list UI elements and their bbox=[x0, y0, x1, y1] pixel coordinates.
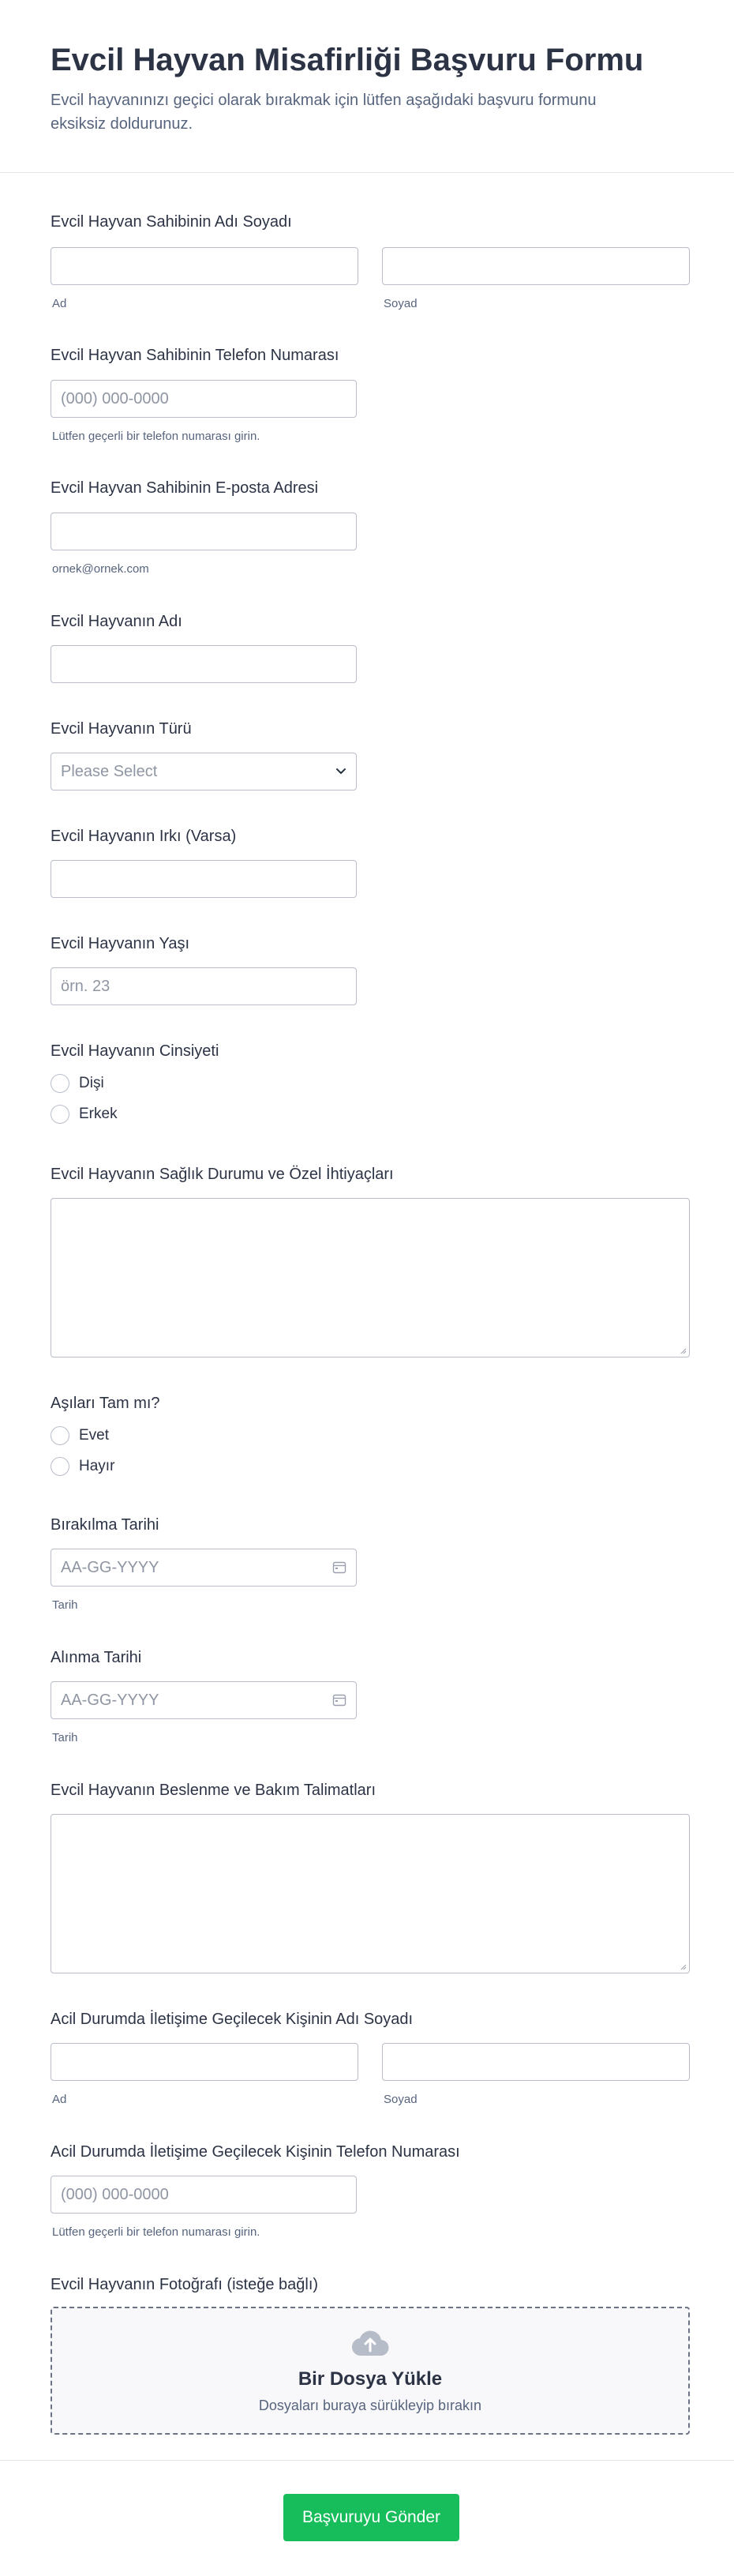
owner-email-field: Evcil Hayvan Sahibinin E-posta Adresi or… bbox=[51, 478, 690, 576]
owner-first-name-input[interactable] bbox=[51, 247, 358, 285]
vaccines-option-label: Evet bbox=[79, 1427, 110, 1444]
owner-email-label: Evcil Hayvan Sahibinin E-posta Adresi bbox=[51, 479, 319, 497]
pet-age-label: Evcil Hayvanın Yaşı bbox=[51, 935, 190, 952]
pet-gender-field: Evcil Hayvanın Cinsiyeti Dişi Erkek bbox=[51, 1041, 690, 1124]
emergency-last-name-sublabel: Soyad bbox=[384, 2093, 418, 2106]
pet-photo-label: Evcil Hayvanın Fotoğrafı (isteğe bağlı) bbox=[51, 2276, 319, 2293]
pet-name-field: Evcil Hayvanın Adı bbox=[51, 611, 690, 683]
pet-age-placeholder: örn. 23 bbox=[61, 977, 110, 995]
upload-title: Bir Dosya Yükle bbox=[298, 2368, 443, 2390]
care-instructions-textarea[interactable] bbox=[51, 1814, 690, 1973]
pet-health-textarea[interactable] bbox=[51, 1198, 690, 1357]
owner-name-field: Evcil Hayvan Sahibinin Adı Soyadı Ad Soy… bbox=[51, 212, 690, 310]
upload-hint: Dosyaları buraya sürükleyip bırakın bbox=[258, 2398, 482, 2413]
owner-last-name-input[interactable] bbox=[382, 247, 690, 285]
pet-name-label: Evcil Hayvanın Adı bbox=[51, 613, 182, 630]
pickup-date-label: Alınma Tarihi bbox=[51, 1649, 142, 1666]
form-footer: Başvuruyu Gönder bbox=[0, 2460, 734, 2576]
vaccines-option-label: Hayır bbox=[79, 1458, 115, 1474]
owner-phone-field: Evcil Hayvan Sahibinin Telefon Numarası … bbox=[51, 345, 690, 443]
emergency-phone-field: Acil Durumda İletişime Geçilecek Kişinin… bbox=[51, 2142, 690, 2239]
owner-email-input[interactable] bbox=[51, 513, 357, 550]
emergency-phone-input[interactable]: (000) 000-0000 bbox=[51, 2176, 357, 2214]
pet-gender-option-label: Dişi bbox=[79, 1075, 104, 1091]
pet-type-selected-value: Please Select bbox=[61, 762, 158, 780]
pet-type-field: Evcil Hayvanın Türü Please Select bbox=[51, 719, 690, 790]
owner-phone-input[interactable]: (000) 000-0000 bbox=[51, 380, 357, 418]
pet-type-select[interactable]: Please Select bbox=[51, 753, 357, 790]
emergency-phone-sublabel: Lütfen geçerli bir telefon numarası giri… bbox=[52, 2225, 260, 2239]
dropoff-date-field: Bırakılma Tarihi AA-GG-YYYY Tarih bbox=[51, 1515, 690, 1612]
calendar-icon[interactable] bbox=[332, 1560, 346, 1575]
calendar-icon[interactable] bbox=[332, 1693, 346, 1707]
pet-gender-option-female[interactable]: Dişi bbox=[51, 1074, 104, 1093]
form-title: Evcil Hayvan Misafirliği Başvuru Formu bbox=[51, 43, 644, 77]
radio-button[interactable] bbox=[51, 1426, 69, 1445]
pet-breed-field: Evcil Hayvanın Irkı (Varsa) bbox=[51, 826, 690, 898]
emergency-name-label: Acil Durumda İletişime Geçilecek Kişinin… bbox=[51, 2011, 414, 2028]
resize-handle-icon[interactable] bbox=[679, 1346, 687, 1354]
emergency-phone-label: Acil Durumda İletişime Geçilecek Kişinin… bbox=[51, 2143, 460, 2161]
pet-breed-input[interactable] bbox=[51, 860, 357, 898]
form-header: Evcil Hayvan Misafirliği Başvuru Formu E… bbox=[0, 0, 734, 173]
dropoff-date-sublabel: Tarih bbox=[52, 1598, 78, 1612]
vaccines-field: Aşıları Tam mı? Evet Hayır bbox=[51, 1393, 690, 1476]
emergency-phone-placeholder: (000) 000-0000 bbox=[61, 2185, 169, 2203]
resize-handle-icon[interactable] bbox=[679, 1962, 687, 1970]
dropoff-date-placeholder: AA-GG-YYYY bbox=[61, 1558, 159, 1576]
emergency-first-name-input[interactable] bbox=[51, 2043, 358, 2081]
radio-button[interactable] bbox=[51, 1074, 69, 1093]
radio-button[interactable] bbox=[51, 1105, 69, 1124]
vaccines-option-yes[interactable]: Evet bbox=[51, 1426, 109, 1445]
vaccines-label: Aşıları Tam mı? bbox=[51, 1395, 160, 1412]
emergency-first-name-sublabel: Ad bbox=[52, 2093, 67, 2106]
emergency-name-field: Acil Durumda İletişime Geçilecek Kişinin… bbox=[51, 2009, 690, 2106]
radio-button[interactable] bbox=[51, 1457, 69, 1476]
owner-phone-sublabel: Lütfen geçerli bir telefon numarası giri… bbox=[52, 430, 260, 443]
form-description: Evcil hayvanınızı geçici olarak bırakmak… bbox=[51, 92, 597, 133]
owner-email-sublabel: ornek@ornek.com bbox=[52, 562, 149, 576]
owner-first-name-sublabel: Ad bbox=[52, 297, 67, 310]
pet-gender-label: Evcil Hayvanın Cinsiyeti bbox=[51, 1042, 219, 1060]
submit-button[interactable]: Başvuruyu Gönder bbox=[283, 2494, 459, 2541]
owner-phone-label: Evcil Hayvan Sahibinin Telefon Numarası bbox=[51, 347, 339, 364]
pet-photo-field: Evcil Hayvanın Fotoğrafı (isteğe bağlı) bbox=[51, 2274, 690, 2295]
pet-name-input[interactable] bbox=[51, 645, 357, 683]
pickup-date-field: Alınma Tarihi AA-GG-YYYY Tarih bbox=[51, 1647, 690, 1744]
pickup-date-input[interactable]: AA-GG-YYYY bbox=[51, 1681, 357, 1719]
upload-cloud-icon bbox=[52, 2329, 688, 2357]
owner-phone-placeholder: (000) 000-0000 bbox=[61, 389, 169, 407]
dropoff-date-input[interactable]: AA-GG-YYYY bbox=[51, 1549, 357, 1587]
pet-gender-option-male[interactable]: Erkek bbox=[51, 1105, 118, 1124]
pet-type-label: Evcil Hayvanın Türü bbox=[51, 720, 192, 738]
chevron-down-icon bbox=[335, 768, 346, 775]
pet-gender-option-label: Erkek bbox=[79, 1106, 118, 1122]
care-instructions-field: Evcil Hayvanın Beslenme ve Bakım Talimat… bbox=[51, 1780, 690, 1973]
pet-age-field: Evcil Hayvanın Yaşı örn. 23 bbox=[51, 933, 690, 1005]
pet-breed-label: Evcil Hayvanın Irkı (Varsa) bbox=[51, 828, 237, 845]
pet-health-label: Evcil Hayvanın Sağlık Durumu ve Özel İht… bbox=[51, 1166, 394, 1183]
dropoff-date-label: Bırakılma Tarihi bbox=[51, 1516, 159, 1534]
pickup-date-placeholder: AA-GG-YYYY bbox=[61, 1691, 159, 1709]
owner-last-name-sublabel: Soyad bbox=[384, 297, 418, 310]
pet-age-input[interactable]: örn. 23 bbox=[51, 967, 357, 1005]
care-instructions-label: Evcil Hayvanın Beslenme ve Bakım Talimat… bbox=[51, 1782, 376, 1799]
pet-health-field: Evcil Hayvanın Sağlık Durumu ve Özel İht… bbox=[51, 1164, 690, 1357]
pickup-date-sublabel: Tarih bbox=[52, 1731, 78, 1744]
vaccines-option-no[interactable]: Hayır bbox=[51, 1457, 114, 1476]
file-upload-dropzone[interactable]: Bir Dosya Yükle Dosyaları buraya sürükle… bbox=[51, 2307, 690, 2435]
emergency-last-name-input[interactable] bbox=[382, 2043, 690, 2081]
owner-name-label: Evcil Hayvan Sahibinin Adı Soyadı bbox=[51, 213, 292, 231]
